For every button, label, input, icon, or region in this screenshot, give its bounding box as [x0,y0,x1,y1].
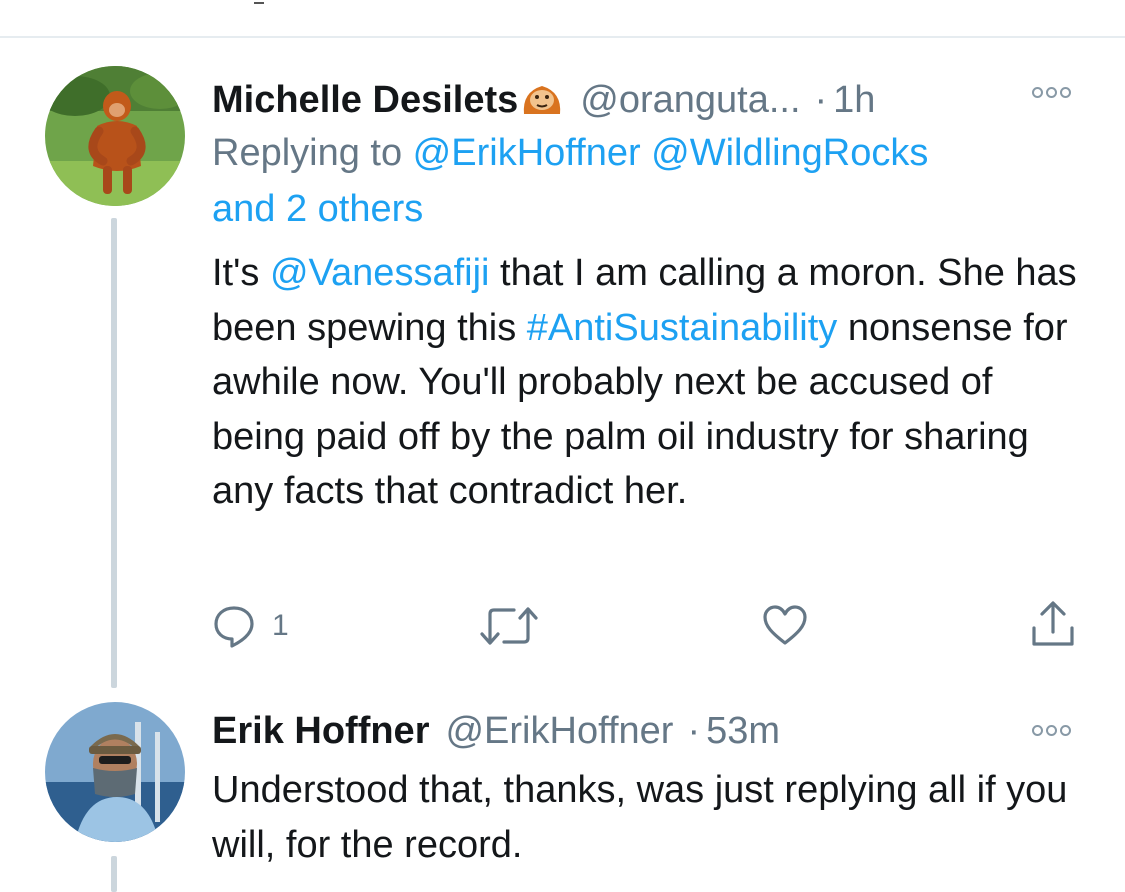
separator-dot: · [687,710,701,752]
avatar-orangutan-image [45,66,185,206]
reply-button[interactable]: 1 [212,604,289,648]
like-button[interactable] [762,604,808,646]
avatar-erik[interactable] [45,702,185,842]
timestamp[interactable]: 1h [833,79,875,122]
thread-line [111,218,117,688]
reply-icon [214,606,254,648]
author-name[interactable]: Erik Hoffner [212,710,429,753]
tweet-header: Michelle Desilets @oranguta... · 1h [212,72,875,122]
timestamp[interactable]: 53m [706,710,780,753]
reply-count: 1 [272,609,289,642]
orangutan-emoji-icon [520,78,564,118]
top-divider [0,36,1125,38]
tweet-body: Understood that, thanks, was just replyi… [212,769,1068,866]
hashtag-link[interactable]: #AntiSustainability [527,307,838,349]
mention-link[interactable]: @Vanessafiji [270,252,490,294]
replying-mentions-link[interactable]: @ErikHoffner @WildlingRocks [413,132,929,174]
author-handle[interactable]: @ErikHoffner [445,710,673,753]
more-icon[interactable] [1032,725,1071,736]
retweet-button[interactable] [480,606,538,646]
share-icon [1032,601,1074,646]
author-name[interactable]: Michelle Desilets [212,79,518,122]
replying-prefix: Replying to [212,132,413,174]
thread-line-below [111,856,117,892]
share-button[interactable] [1030,600,1076,648]
tweet-text-part: It's [212,252,270,294]
retweet-icon [480,607,538,645]
tweet-header: Erik Hoffner @ErikHoffner · 53m [212,710,780,753]
heart-icon [763,605,807,645]
top-edge-mark [254,2,264,4]
avatar-person-image [45,702,185,842]
more-icon[interactable] [1032,87,1071,98]
replying-others-link[interactable]: and 2 others [212,188,423,230]
author-handle[interactable]: @oranguta... [580,79,800,122]
replying-to: Replying to @ErikHoffner @WildlingRocks … [212,125,1072,237]
tweet-body: It's @Vanessafiji that I am calling a mo… [212,246,1092,519]
avatar-michelle[interactable] [45,66,185,206]
separator-dot: · [814,79,828,121]
tweet-actions: 1 [212,600,1082,650]
